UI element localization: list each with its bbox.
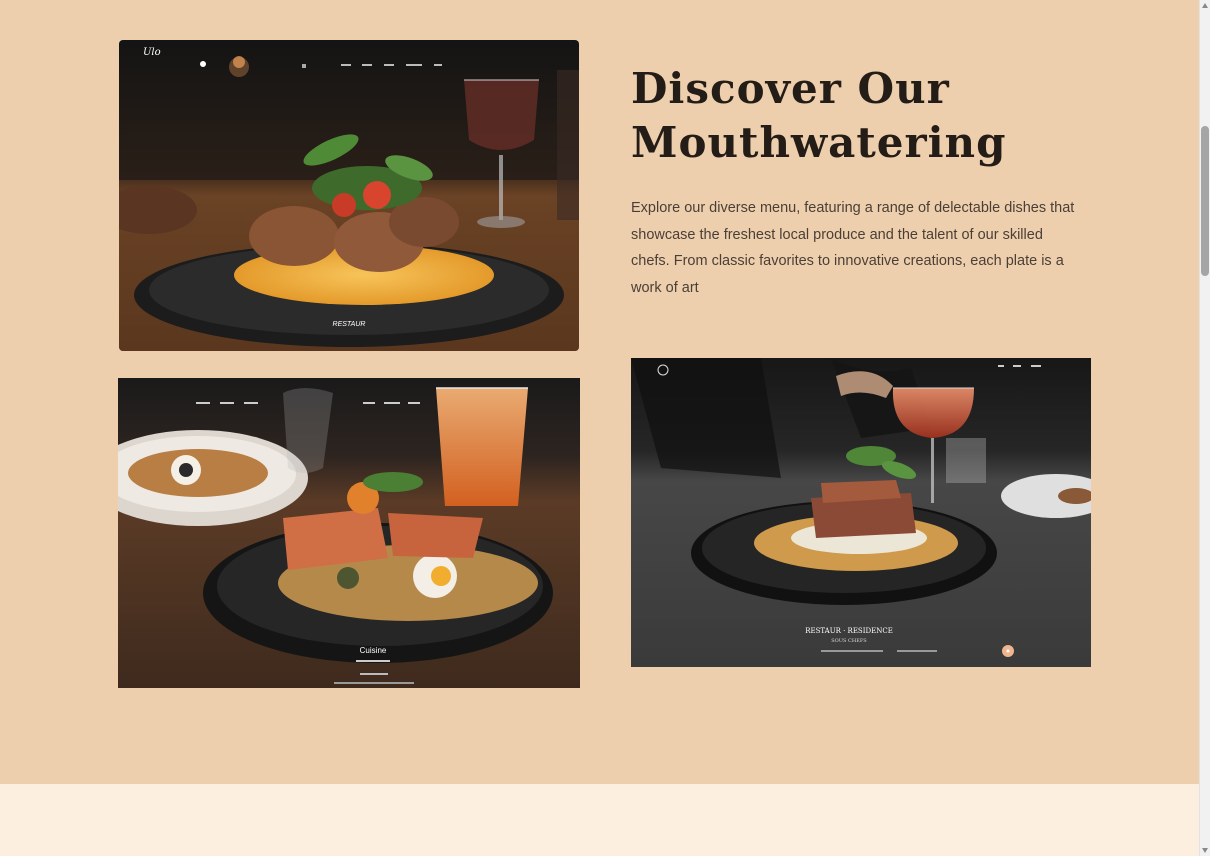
svg-text:SOUS CHEFS: SOUS CHEFS (831, 638, 867, 644)
menu-discover-section: RESTAUR Ulo Discover Our Mouthwatering E… (0, 0, 1199, 784)
svg-text:RESTAUR: RESTAUR (333, 321, 366, 328)
dish-photo-scallops: RESTAUR Ulo (119, 40, 579, 351)
section-heading: Discover Our Mouthwatering (631, 62, 1151, 170)
page-scrollbar[interactable] (1199, 0, 1210, 856)
section-description: Explore our diverse menu, featuring a ra… (631, 200, 1075, 296)
heading-line-2: Mouthwatering (631, 118, 1007, 167)
scroll-down-arrow-icon[interactable] (1202, 848, 1208, 853)
scroll-up-arrow-icon[interactable] (1202, 3, 1208, 8)
svg-text:Cuisine: Cuisine (360, 646, 387, 655)
scrollbar-thumb[interactable] (1201, 126, 1209, 276)
dish-photo-steak: RESTAUR · RESIDENCE SOUS CHEFS (631, 358, 1091, 667)
svg-text:RESTAUR · RESIDENCE: RESTAUR · RESIDENCE (805, 627, 893, 635)
heading-line-1: Discover Our (631, 64, 950, 113)
next-section (0, 784, 1199, 856)
svg-text:Ulo: Ulo (143, 47, 161, 58)
dish-photo-salmon: Cuisine (118, 378, 580, 688)
